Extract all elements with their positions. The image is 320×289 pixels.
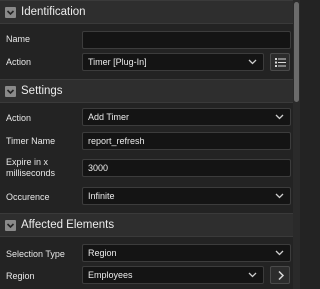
property-row-region: Region Employees bbox=[0, 265, 293, 285]
section-title: Settings bbox=[21, 85, 63, 97]
property-editor-panel: Identification Name Action Timer [Plug-I… bbox=[0, 0, 293, 289]
settings-action-label: Action bbox=[6, 113, 32, 123]
expire-label: Expire in x milliseconds bbox=[6, 157, 55, 179]
chevron-down-icon bbox=[248, 272, 257, 278]
section-title: Affected Elements bbox=[21, 219, 115, 231]
action-select-value: Timer [Plug-In] bbox=[88, 57, 147, 67]
chevron-down-icon bbox=[248, 59, 257, 65]
region-select[interactable]: Employees bbox=[82, 266, 264, 284]
property-row-settings-action: Action Add Timer bbox=[0, 107, 293, 127]
scrollbar-thumb[interactable] bbox=[294, 2, 299, 102]
section-header-settings[interactable]: Settings bbox=[0, 79, 293, 103]
timer-name-label: Timer Name bbox=[6, 136, 56, 146]
occurence-value: Infinite bbox=[88, 191, 115, 201]
list-icon bbox=[275, 58, 286, 67]
region-label: Region bbox=[6, 271, 35, 281]
property-row-expire: Expire in x milliseconds 3000 bbox=[0, 155, 293, 181]
go-to-region-button[interactable] bbox=[270, 266, 290, 284]
scrollbar[interactable] bbox=[293, 0, 300, 289]
section-title: Identification bbox=[21, 6, 86, 18]
property-row-name: Name bbox=[0, 30, 293, 50]
selection-type-select[interactable]: Region bbox=[82, 244, 291, 262]
chevron-down-icon bbox=[275, 114, 284, 120]
name-label: Name bbox=[6, 34, 31, 44]
section-header-affected-elements[interactable]: Affected Elements bbox=[0, 213, 293, 237]
property-row-occurence: Occurence Infinite bbox=[0, 186, 293, 206]
property-row-selection-type: Selection Type Region bbox=[0, 243, 293, 263]
settings-action-value: Add Timer bbox=[88, 112, 130, 122]
action-label: Action bbox=[6, 57, 32, 67]
timer-name-input[interactable]: report_refresh bbox=[82, 132, 291, 150]
expire-label-line2: milliseconds bbox=[6, 168, 56, 178]
property-row-timer-name: Timer Name report_refresh bbox=[0, 131, 293, 151]
chevron-down-icon bbox=[275, 250, 284, 256]
property-row-action: Action Timer [Plug-In] bbox=[0, 52, 293, 72]
action-select[interactable]: Timer [Plug-In] bbox=[82, 53, 264, 71]
section-header-identification[interactable]: Identification bbox=[0, 0, 293, 24]
chevron-right-icon bbox=[278, 270, 285, 281]
expire-input[interactable]: 3000 bbox=[82, 159, 291, 177]
name-input[interactable] bbox=[82, 31, 291, 49]
selection-type-value: Region bbox=[88, 248, 117, 258]
region-value: Employees bbox=[88, 270, 133, 280]
list-button[interactable] bbox=[270, 53, 290, 71]
occurence-label: Occurence bbox=[6, 192, 50, 202]
collapse-chevron-icon[interactable] bbox=[5, 7, 16, 18]
settings-action-select[interactable]: Add Timer bbox=[82, 108, 291, 126]
collapse-chevron-icon[interactable] bbox=[5, 220, 16, 231]
occurence-select[interactable]: Infinite bbox=[82, 187, 291, 205]
chevron-down-icon bbox=[275, 193, 284, 199]
selection-type-label: Selection Type bbox=[6, 249, 65, 259]
collapse-chevron-icon[interactable] bbox=[5, 86, 16, 97]
expire-label-line1: Expire in x bbox=[6, 157, 49, 167]
